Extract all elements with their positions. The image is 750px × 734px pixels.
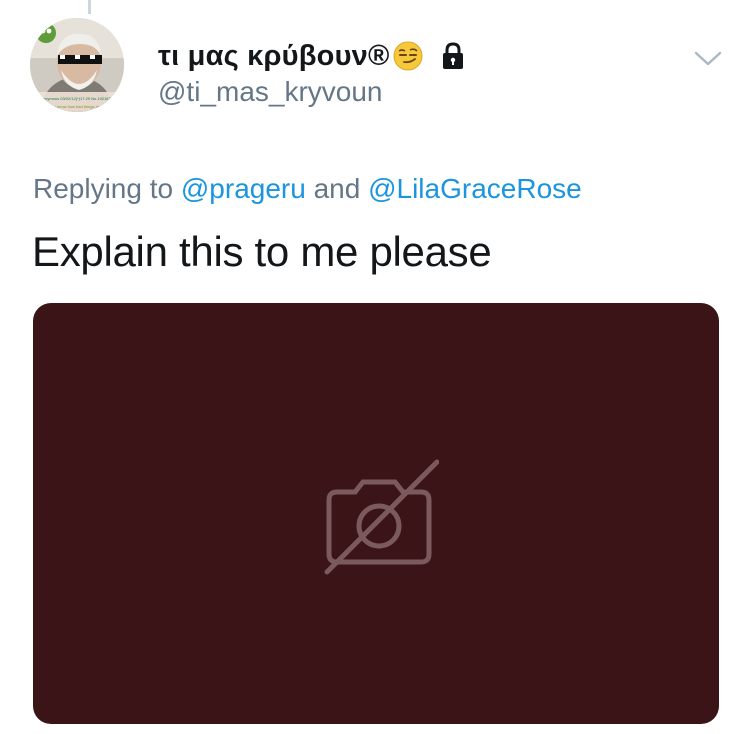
avatar-caption-line-2: do you know how bad things are <box>44 104 102 109</box>
lock-icon <box>439 41 467 71</box>
camera-off-icon <box>324 459 439 575</box>
user-handle[interactable]: @ti_mas_kryvoun <box>158 76 383 108</box>
avatar-image: Anonymous 03/02/12(*)17:29 No.192167 do … <box>30 18 124 112</box>
replying-joiner: and <box>313 173 361 204</box>
tweet-text: Explain this to me please <box>32 228 492 275</box>
chevron-down-icon[interactable] <box>693 48 723 68</box>
display-name[interactable]: τι μας κρύβουν® <box>158 40 390 73</box>
replying-to-line: Replying to @prageru and @LilaGraceRose <box>33 173 582 205</box>
replying-prefix: Replying to <box>33 173 174 204</box>
thread-connector-line <box>88 0 91 14</box>
media-attachment[interactable] <box>33 303 719 724</box>
user-name-row: τι μας κρύβουν® <box>158 36 467 76</box>
reply-mention-prageru[interactable]: @prageru <box>181 173 306 204</box>
avatar[interactable]: Anonymous 03/02/12(*)17:29 No.192167 do … <box>30 18 124 112</box>
avatar-caption-line-1: Anonymous 03/02/12(*)17:29 No.192167 <box>38 96 111 101</box>
smirking-face-emoji-icon <box>393 41 423 71</box>
reply-mention-lilagracerose[interactable]: @LilaGraceRose <box>368 173 582 204</box>
